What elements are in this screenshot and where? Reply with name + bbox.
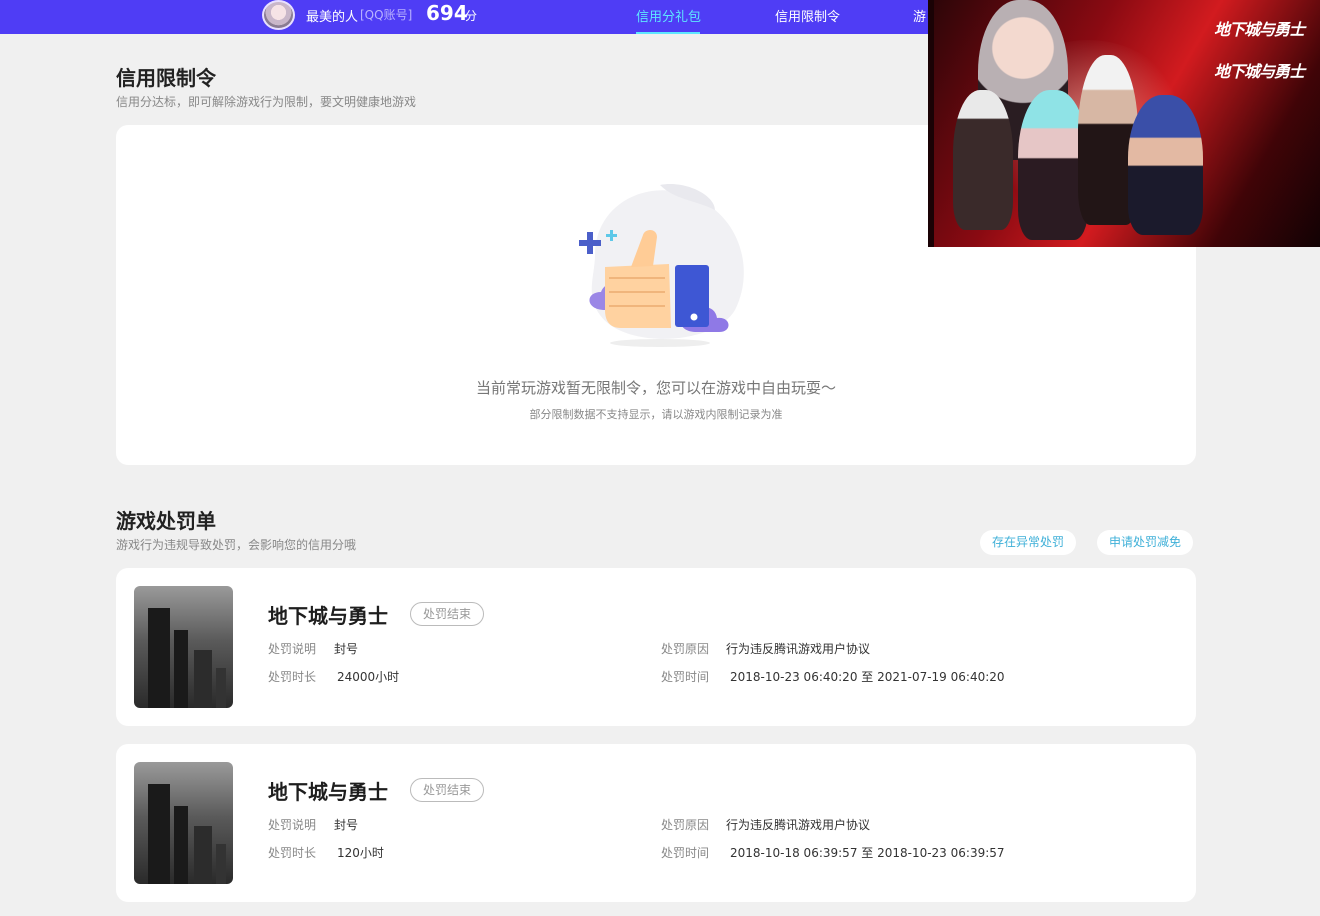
punishment-section-title: 游戏处罚单 — [116, 509, 216, 533]
punishment-section-subtitle: 游戏行为违规导致处罚，会影响您的信用分哦 — [116, 538, 357, 552]
empty-state-message: 当前常玩游戏暂无限制令，您可以在游戏中自由玩耍～ — [475, 379, 836, 397]
game-cover-image — [134, 586, 233, 708]
abnormal-punishment-button[interactable]: 存在异常处罚 — [980, 530, 1077, 555]
tab-credit-gift[interactable]: 信用分礼包 — [636, 6, 701, 25]
active-tab-indicator — [636, 32, 700, 34]
duration-label: 处罚时长 — [268, 670, 317, 684]
status-badge: 处罚结束 — [410, 602, 485, 626]
desc-value: 封号 — [334, 642, 359, 656]
time-label: 处罚时间 — [661, 670, 710, 684]
time-label: 处罚时间 — [661, 846, 710, 860]
credit-score: 694 — [426, 1, 468, 25]
time-value: 2018-10-23 06:40:20 至 2021-07-19 06:40:2… — [730, 670, 1005, 684]
punishment-card[interactable]: 地下城与勇士 处罚结束 处罚说明 封号 处罚时长 24000小时 处罚原因 行为… — [116, 568, 1196, 726]
thumbs-up-icon — [579, 184, 744, 347]
credit-score-unit: 分 — [465, 9, 478, 23]
character-figure — [1128, 95, 1203, 235]
reason-value: 行为违反腾讯游戏用户协议 — [726, 818, 871, 832]
desc-label: 处罚说明 — [268, 642, 317, 656]
reason-label: 处罚原因 — [661, 642, 710, 656]
desc-label: 处罚说明 — [268, 818, 317, 832]
game-name: 地下城与勇士 — [268, 780, 388, 804]
reason-value: 行为违反腾讯游戏用户协议 — [726, 642, 871, 656]
game-logo: 地下城与勇士 — [1213, 62, 1305, 81]
status-badge: 处罚结束 — [410, 778, 485, 802]
username: 最美的人 — [306, 10, 359, 25]
duration-value: 120小时 — [337, 846, 384, 860]
duration-value: 24000小时 — [337, 670, 400, 684]
time-value: 2018-10-18 06:39:57 至 2018-10-23 06:39:5… — [730, 846, 1005, 860]
desc-value: 封号 — [334, 818, 359, 832]
apply-reduction-button[interactable]: 申请处罚减免 — [1097, 530, 1194, 555]
tab-credit-restriction[interactable]: 信用限制令 — [775, 6, 840, 25]
game-name: 地下城与勇士 — [268, 604, 388, 628]
character-figure — [953, 90, 1013, 230]
punishment-card[interactable]: 地下城与勇士 处罚结束 处罚说明 封号 处罚时长 120小时 处罚原因 行为违反… — [116, 744, 1196, 902]
restriction-section-title: 信用限制令 — [116, 66, 216, 90]
tab-game[interactable]: 游 — [913, 6, 926, 25]
duration-label: 处罚时长 — [268, 846, 317, 860]
avatar[interactable] — [262, 0, 295, 30]
reason-label: 处罚原因 — [661, 818, 710, 832]
game-cover-image — [134, 762, 233, 884]
restriction-section-subtitle: 信用分达标，即可解除游戏行为限制，要文明健康地游戏 — [116, 95, 417, 109]
game-ad-banner[interactable]: 地下城与勇士 地下城与勇士 — [928, 0, 1320, 247]
empty-state-note: 部分限制数据不支持显示，请以游戏内限制记录为准 — [529, 408, 783, 421]
account-type-tag: [QQ账号] — [360, 8, 413, 22]
game-logo: 地下城与勇士 — [1213, 20, 1305, 39]
